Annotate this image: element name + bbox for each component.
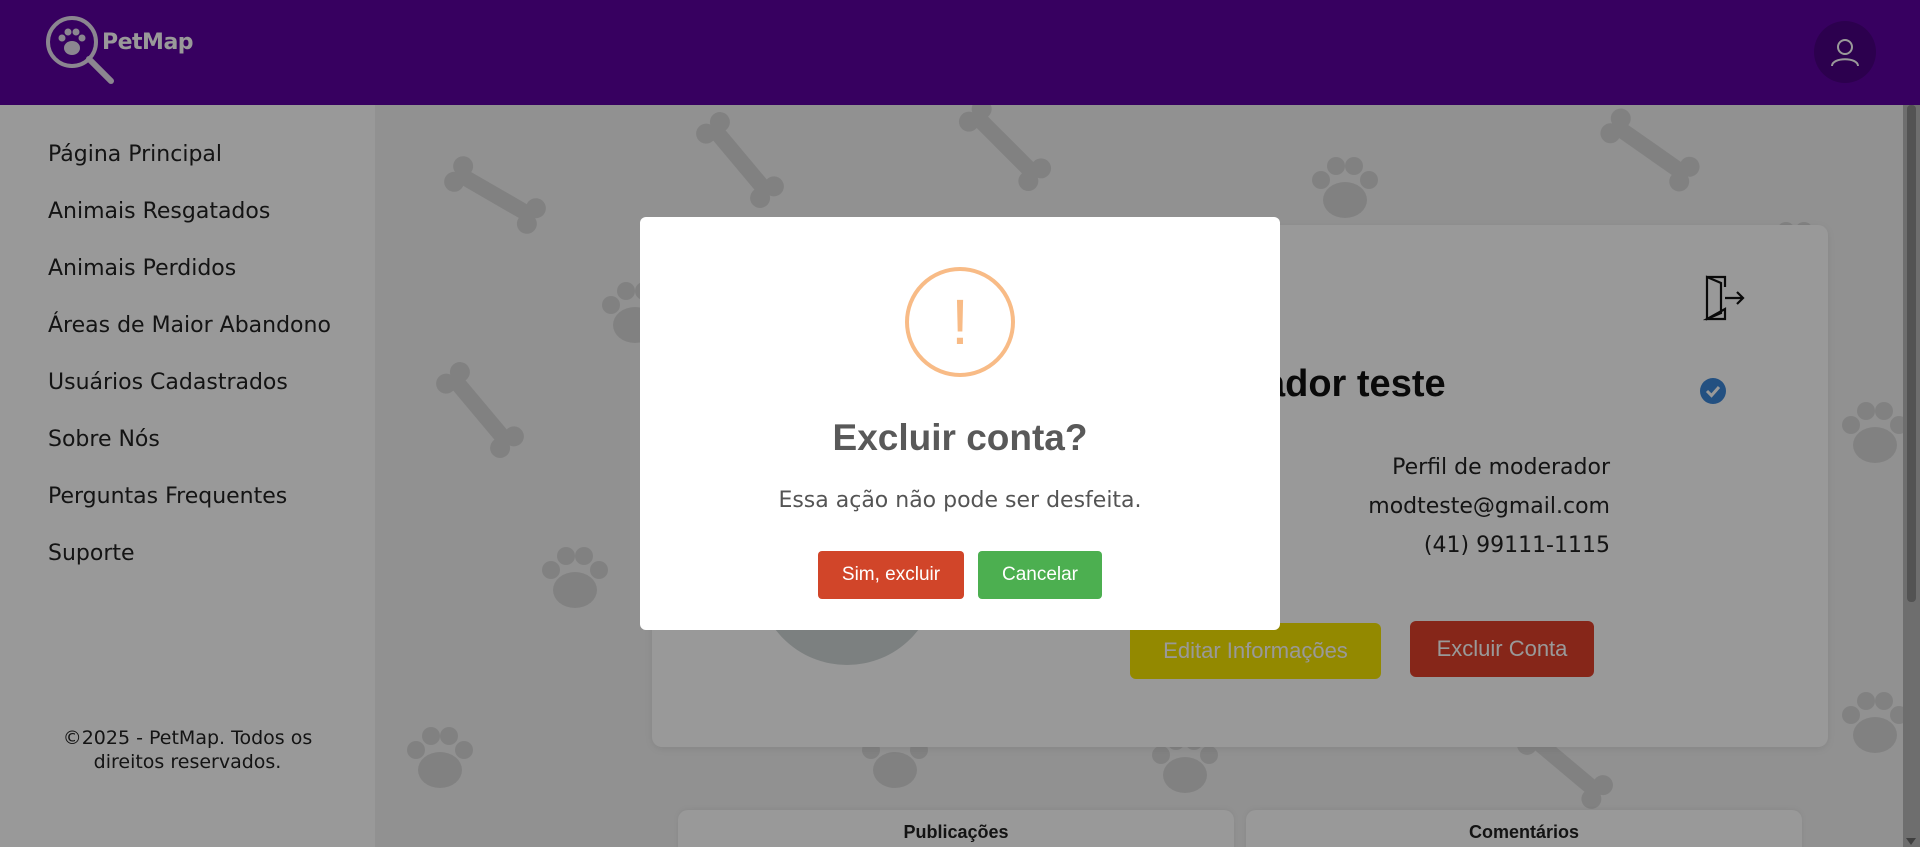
dialog-title: Excluir conta?: [832, 417, 1088, 458]
warning-icon: !: [905, 267, 1015, 377]
delete-account-dialog: ! Excluir conta? Essa ação não pode ser …: [640, 217, 1280, 630]
confirm-delete-button[interactable]: Sim, excluir: [818, 551, 964, 599]
cancel-button[interactable]: Cancelar: [978, 551, 1102, 599]
dialog-message: Essa ação não pode ser desfeita.: [778, 488, 1142, 513]
